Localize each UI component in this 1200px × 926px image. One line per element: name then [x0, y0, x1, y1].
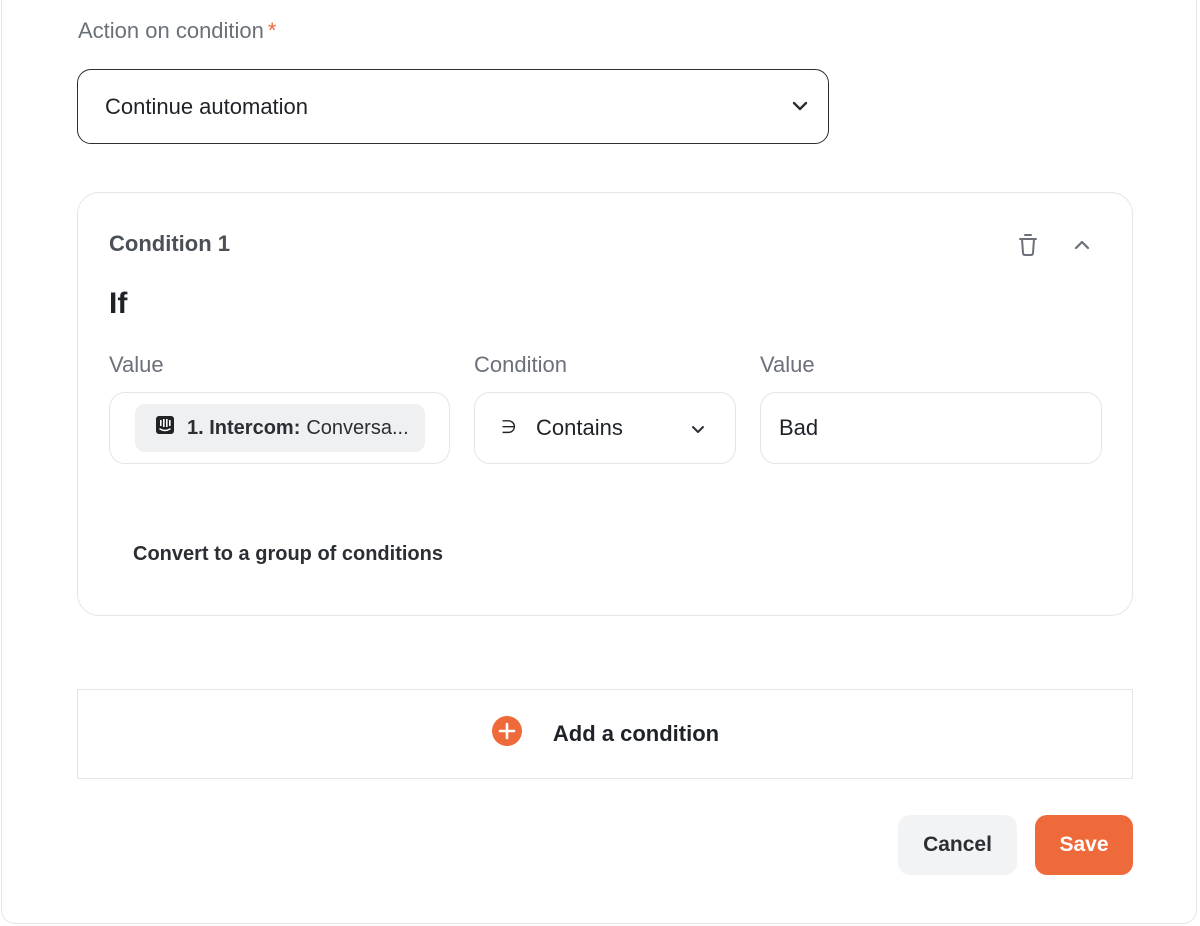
trash-icon[interactable] — [1016, 232, 1040, 263]
right-value-input[interactable]: Bad — [760, 392, 1102, 464]
action-select-value: Continue automation — [105, 93, 309, 119]
variable-chip[interactable]: 1. Intercom: Conversa... — [135, 404, 425, 452]
left-value-field[interactable]: 1. Intercom: Conversa... — [109, 392, 450, 464]
chevron-down-icon — [689, 421, 707, 444]
add-condition-button[interactable]: Add a condition — [77, 689, 1133, 779]
condition-title: Condition 1 — [109, 231, 230, 256]
contains-symbol-icon: ∋ — [501, 417, 517, 437]
condition-column-label: Condition — [474, 352, 567, 377]
action-on-condition-select[interactable]: Continue automation — [77, 69, 829, 144]
condition-card: Condition 1 If Value Condition Value 1. … — [77, 192, 1133, 616]
action-on-condition-label: Action on condition * — [78, 18, 276, 44]
chip-field-text: Conversa... — [306, 416, 409, 439]
right-value-text: Bad — [779, 415, 819, 440]
chevron-down-icon — [790, 96, 810, 122]
intercom-icon — [155, 415, 175, 441]
cancel-button[interactable]: Cancel — [898, 815, 1017, 875]
condition-panel: Action on condition * Continue automation… — [1, 0, 1197, 924]
convert-to-group-link[interactable]: Convert to a group of conditions — [133, 543, 443, 566]
if-label: If — [109, 287, 128, 320]
operator-value: Contains — [536, 415, 623, 440]
save-button[interactable]: Save — [1035, 815, 1133, 875]
chip-app-prefix: 1. Intercom: — [187, 416, 301, 439]
required-marker: * — [267, 18, 277, 43]
value-right-label: Value — [760, 352, 815, 377]
action-label-text: Action on condition — [78, 18, 264, 43]
plus-circle-icon — [491, 715, 523, 753]
chevron-up-icon[interactable] — [1070, 233, 1094, 262]
condition-operator-select[interactable]: ∋ Contains — [474, 392, 736, 464]
add-condition-label: Add a condition — [552, 721, 720, 746]
value-left-label: Value — [109, 352, 164, 377]
